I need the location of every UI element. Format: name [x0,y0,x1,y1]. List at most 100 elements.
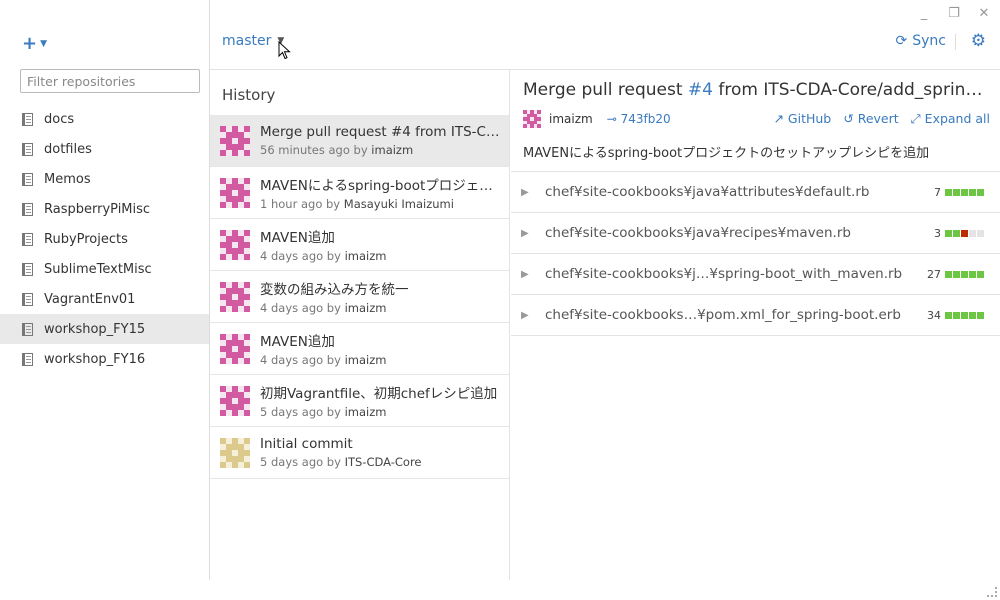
repository-sidebar: + ▼ docs dotfiles Memos RaspberryPiMisc … [0,0,210,580]
avatar [220,385,250,416]
sync-label: Sync [912,33,946,49]
external-link-icon: ↗ [773,111,784,126]
commit-title: 初期Vagrantfile、初期chefレシピ追加 [260,386,498,402]
avatar [220,281,250,312]
repo-label: RubyProjects [44,231,128,247]
chevron-right-icon: ▶ [521,227,529,239]
revert-icon: ↺ [843,111,854,126]
expand-icon: ⤢ [910,111,921,126]
avatar [220,437,250,468]
diffstat-block [961,311,968,319]
chevron-right-icon: ▶ [521,186,529,198]
repo-label: docs [44,111,75,127]
gear-icon[interactable]: ⚙ [971,31,986,51]
diffstat-block [961,229,968,237]
diffstat-bars [945,188,984,196]
add-repository-button[interactable]: + ▼ [22,33,47,54]
change-count: 7 [934,185,941,199]
toolbar-divider [955,34,956,50]
file-item[interactable]: ▶ chef¥site-cookbooks¥java¥attributes¥de… [511,172,1000,213]
commit-item[interactable]: 初期Vagrantfile、初期chefレシピ追加 5 days ago by i… [210,375,509,427]
repo-item[interactable]: SublimeTextMisc [0,254,209,284]
diffstat-bars [945,270,984,278]
diffstat-block [977,270,984,278]
revert-button[interactable]: ↺ Revert [843,111,898,127]
commit-time: 4 days ago by [260,249,341,263]
sync-button[interactable]: ⟳ Sync [896,33,946,49]
diffstat-block [969,270,976,278]
commit-title: MAVEN追加 [260,334,335,350]
diffstat-bars [945,229,984,237]
avatar [220,177,250,208]
filter-repositories-input[interactable] [20,69,200,93]
commit-detail-title: Merge pull request #4 from ITS-CDA-Core/… [523,80,988,100]
repo-label: VagrantEnv01 [44,291,136,307]
diffstat-block [977,188,984,196]
branch-selector[interactable]: master ▼ [222,33,284,49]
repo-item[interactable]: RaspberryPiMisc [0,194,209,224]
commit-item-selected[interactable]: Merge pull request #4 from ITS-CDA-Core/… [210,115,509,167]
change-count: 3 [934,226,941,240]
commit-actions: ↗ GitHub ↺ Revert ⤢ Expand all [773,111,990,127]
commit-item[interactable]: Initial commit 5 days ago by ITS-CDA-Core [210,427,509,479]
branch-name: master [222,33,272,49]
avatar [220,125,250,156]
repo-item[interactable]: workshop_FY16 [0,344,209,374]
repo-book-icon [22,322,33,336]
commit-meta: 5 days ago by imaizm [260,405,504,419]
repo-item[interactable]: docs [0,104,209,134]
commit-meta: 4 days ago by imaizm [260,353,504,367]
repo-item-selected[interactable]: workshop_FY15 [0,314,209,344]
file-item[interactable]: ▶ chef¥site-cookbooks¥j…¥spring-boot_wit… [511,254,1000,295]
repo-item[interactable]: dotfiles [0,134,209,164]
file-item[interactable]: ▶ chef¥site-cookbooks…¥pom.xml_for_sprin… [511,295,1000,336]
avatar [523,110,541,128]
repo-label: RaspberryPiMisc [44,201,151,217]
diffstat-block [961,188,968,196]
diffstat-block [961,270,968,278]
repo-item[interactable]: RubyProjects [0,224,209,254]
pull-request-link[interactable]: #4 [688,80,713,100]
commit-author: imaizm [344,353,387,367]
diffstat-block [953,188,960,196]
commit-sha[interactable]: ⊸ 743fb20 [607,112,671,126]
file-item[interactable]: ▶ chef¥site-cookbooks¥java¥recipes¥maven… [511,213,1000,254]
commit-title: Merge pull request #4 from ITS-CDA-Core/… [260,124,504,140]
commit-author: ITS-CDA-Core [344,455,422,469]
repo-book-icon [22,202,33,216]
diffstat-block [953,270,960,278]
commit-author: imaizm [371,143,414,157]
commit-detail-author: imaizm [549,112,593,126]
commit-item[interactable]: MAVEN追加 4 days ago by imaizm [210,323,509,375]
commit-item[interactable]: MAVEN追加 4 days ago by imaizm [210,219,509,271]
repo-label: SublimeTextMisc [44,261,152,277]
repo-book-icon [22,292,33,306]
repo-book-icon [22,232,33,246]
commit-detail-meta: imaizm ⊸ 743fb20 ↗ GitHub ↺ Revert ⤢ Exp… [523,110,990,128]
commit-author: Masayuki Imaizumi [343,197,454,211]
history-title: History [222,86,276,104]
commit-list: Merge pull request #4 from ITS-CDA-Core/… [210,115,509,479]
commit-meta: 1 hour ago by Masayuki Imaizumi [260,197,504,211]
repo-item[interactable]: VagrantEnv01 [0,284,209,314]
resize-grip[interactable] [987,587,997,597]
sync-icon: ⟳ [895,33,908,49]
commit-title: MAVENによるspring-bootプロジェクトのセットアップレシピを追加 [260,178,504,194]
diffstat-block [977,229,984,237]
avatar [220,333,250,364]
diffstat-block [945,188,952,196]
expand-all-button[interactable]: ⤢ Expand all [911,111,990,127]
commit-time: 1 hour ago by [260,197,341,211]
commit-item[interactable]: MAVENによるspring-bootプロジェクトのセットアップレシピを追加 1 … [210,167,509,219]
change-count: 34 [927,308,941,322]
commit-meta: 4 days ago by imaizm [260,249,504,263]
chevron-right-icon: ▶ [521,268,529,280]
file-path: chef¥site-cookbooks¥java¥attributes¥defa… [545,184,870,200]
repo-book-icon [22,172,33,186]
commit-item[interactable]: 変数の組み込み方を統一 4 days ago by imaizm [210,271,509,323]
diffstat-block [945,229,952,237]
avatar [220,229,250,260]
repo-item[interactable]: Memos [0,164,209,194]
mouse-cursor-icon [278,41,291,60]
github-button[interactable]: ↗ GitHub [773,111,831,127]
